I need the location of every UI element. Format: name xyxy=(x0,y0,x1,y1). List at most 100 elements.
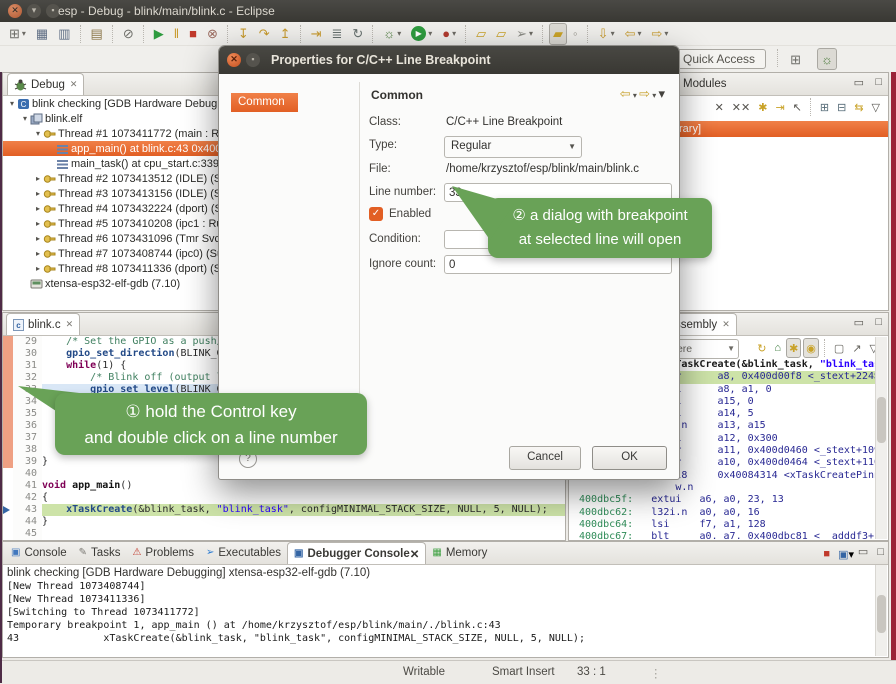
tree-expander-icon[interactable]: ▸ xyxy=(33,234,43,243)
chevron-down-icon[interactable]: ▾ xyxy=(664,29,668,38)
profile-icon[interactable]: ●▾ xyxy=(438,23,460,45)
pointer-icon[interactable]: ↖ xyxy=(790,97,805,117)
quick-access-button[interactable]: Quick Access xyxy=(672,49,766,69)
last-edit-location-icon[interactable]: ⇩▾ xyxy=(594,23,619,45)
chevron-down-icon[interactable]: ▾ xyxy=(611,29,615,38)
disassembly-scrollbar[interactable] xyxy=(875,337,887,539)
tab-problems[interactable]: ⚠Problems xyxy=(126,542,200,563)
step-into-icon[interactable]: ↧ xyxy=(234,23,253,45)
flash-download-icon[interactable]: ▤ xyxy=(87,23,107,45)
editor-line-43[interactable]: 43 xTaskCreate(&blink_task, "blink_task"… xyxy=(3,504,565,516)
change-bar-marker[interactable] xyxy=(3,348,13,360)
modules-selected-row[interactable]: rary] xyxy=(659,121,888,137)
link-with-debug-icon[interactable]: ⇆ xyxy=(851,97,866,117)
tree-expander-icon[interactable]: ▸ xyxy=(33,264,43,273)
remove-icon[interactable]: ✕ xyxy=(712,97,727,117)
line-number[interactable]: 30 xyxy=(13,348,42,360)
tree-expander-icon[interactable]: ▸ xyxy=(33,189,43,198)
line-number[interactable]: 41 xyxy=(13,480,42,492)
annotation-ruler[interactable] xyxy=(3,516,13,528)
dialog-titlebar-icon[interactable]: ▪ xyxy=(246,53,260,67)
maximize-icon[interactable]: □ xyxy=(875,76,882,88)
chevron-down-icon[interactable]: ▾ xyxy=(22,29,26,38)
disassembly-line[interactable]: 400dbc64: lsi f7, a1, 128 xyxy=(573,519,876,531)
line-number[interactable]: 42 xyxy=(13,492,42,504)
minimize-icon[interactable]: ▭ xyxy=(854,76,864,89)
line-number[interactable]: 43 xyxy=(13,504,42,516)
change-bar-marker[interactable] xyxy=(3,420,13,432)
chevron-down-icon[interactable]: ▾ xyxy=(637,29,641,38)
tab-debug[interactable]: Debug ✕ xyxy=(7,73,84,95)
chevron-down-icon[interactable]: ▾ xyxy=(452,29,456,38)
step-over-icon[interactable]: ↷ xyxy=(255,23,274,45)
line-number[interactable]: 38 xyxy=(13,444,42,456)
open-project-icon[interactable]: ▱ xyxy=(492,23,510,45)
refresh-icon[interactable]: ↻ xyxy=(754,338,769,358)
tab-console[interactable]: ▣Console xyxy=(5,542,73,563)
display-selected-console-icon[interactable]: ▣▾ xyxy=(835,544,857,564)
pin-icon[interactable]: ↗ xyxy=(849,338,864,358)
new-wizard-icon[interactable]: ⊞▾ xyxy=(5,23,30,45)
line-number[interactable]: 40 xyxy=(13,468,42,480)
tab-close-icon[interactable]: ✕ xyxy=(66,319,74,330)
back-arrow-icon[interactable]: ⇦ xyxy=(620,86,631,101)
editor-line-44[interactable]: 44} xyxy=(3,516,565,528)
tree-expander-icon[interactable]: ▾ xyxy=(33,129,43,138)
save-all-icon[interactable]: ▥ xyxy=(54,23,74,45)
skip-all-breakpoints-icon[interactable]: ⊘ xyxy=(119,23,138,45)
mark-occurrences-icon[interactable]: ▰ xyxy=(549,23,567,45)
terminate-icon[interactable]: ■ xyxy=(185,23,201,45)
view-menu-icon[interactable]: ▽ xyxy=(869,97,883,117)
tab-executables[interactable]: ➢Executables xyxy=(200,542,287,563)
collapse-all-icon[interactable]: ⊟ xyxy=(834,97,849,117)
tree-expander-icon[interactable]: ▾ xyxy=(7,99,17,108)
line-number[interactable]: 44 xyxy=(13,516,42,528)
tree-expander-icon[interactable]: ▾ xyxy=(20,114,30,123)
sidebar-item-common[interactable]: Common xyxy=(231,93,298,112)
editor-line-41[interactable]: 41void app_main() xyxy=(3,480,565,492)
annotation-ruler[interactable] xyxy=(3,528,13,540)
restart-icon[interactable]: ↻ xyxy=(348,23,367,45)
forward-arrow-icon[interactable]: ⇨ xyxy=(639,86,650,101)
annotation-ruler[interactable] xyxy=(3,468,13,480)
line-number[interactable]: 39 xyxy=(13,456,42,468)
save-icon[interactable]: ▦ xyxy=(32,23,52,45)
disassembly-line[interactable]: 400dbc62: l32i.n a0, a0, 16 xyxy=(573,507,876,519)
tree-expander-icon[interactable]: ▸ xyxy=(33,249,43,258)
editor-line-42[interactable]: 42{ xyxy=(3,492,565,504)
run-icon[interactable]: ▶▾ xyxy=(407,23,436,45)
line-number[interactable]: 29 xyxy=(13,336,42,348)
change-bar-marker[interactable] xyxy=(3,360,13,372)
sync-selection-icon[interactable]: ◉ xyxy=(803,338,819,358)
tree-expander-icon[interactable]: ▸ xyxy=(33,204,43,213)
open-perspective-icon[interactable]: ⊞ xyxy=(786,49,805,71)
console-output[interactable]: [New Thread 1073408744][New Thread 10734… xyxy=(7,580,874,656)
step-return-icon[interactable]: ↥ xyxy=(276,23,295,45)
instruction-stepping-icon[interactable]: ⇥ xyxy=(307,23,326,45)
tab-tasks[interactable]: ✎Tasks xyxy=(73,542,127,563)
disassembly-line[interactable]: 400dbc67: blt a0, a7, 0x400dbc81 <__addd… xyxy=(573,531,876,539)
expand-all-icon[interactable]: ⊞ xyxy=(817,97,832,117)
console-scrollbar[interactable] xyxy=(875,565,887,656)
change-bar-marker[interactable] xyxy=(3,384,13,396)
home-icon[interactable]: ⌂ xyxy=(771,338,784,358)
disassembly-line[interactable]: 400dbc5f: extui a6, a0, 23, 13 xyxy=(573,494,876,506)
disassembly-line[interactable]: w.n xyxy=(573,482,876,494)
change-bar-marker[interactable] xyxy=(3,372,13,384)
tab-debugger-console[interactable]: ▣Debugger Console✕ xyxy=(287,542,426,564)
dialog-close-icon[interactable]: ✕ xyxy=(227,53,241,67)
debug-perspective-icon[interactable]: ☼ xyxy=(817,48,837,70)
goto-address-icon[interactable]: ⇥ xyxy=(772,97,787,117)
tab-close-icon[interactable]: ✕ xyxy=(410,547,420,561)
resume-icon[interactable]: ▶ xyxy=(150,23,168,45)
tab-close-icon[interactable]: ✕ xyxy=(70,79,78,90)
line-number[interactable]: 31 xyxy=(13,360,42,372)
view-menu-icon[interactable]: ▾ xyxy=(658,86,665,101)
new-view-icon[interactable]: ▢ xyxy=(831,338,847,358)
tree-expander-icon[interactable]: ▸ xyxy=(33,219,43,228)
window-close-icon[interactable]: ✕ xyxy=(8,4,22,18)
debug-icon[interactable]: ☼▾ xyxy=(379,23,405,45)
tab-close-icon[interactable]: ✕ xyxy=(722,319,730,330)
chevron-down-icon[interactable]: ▾ xyxy=(529,29,533,38)
ok-button[interactable]: OK xyxy=(592,446,667,470)
